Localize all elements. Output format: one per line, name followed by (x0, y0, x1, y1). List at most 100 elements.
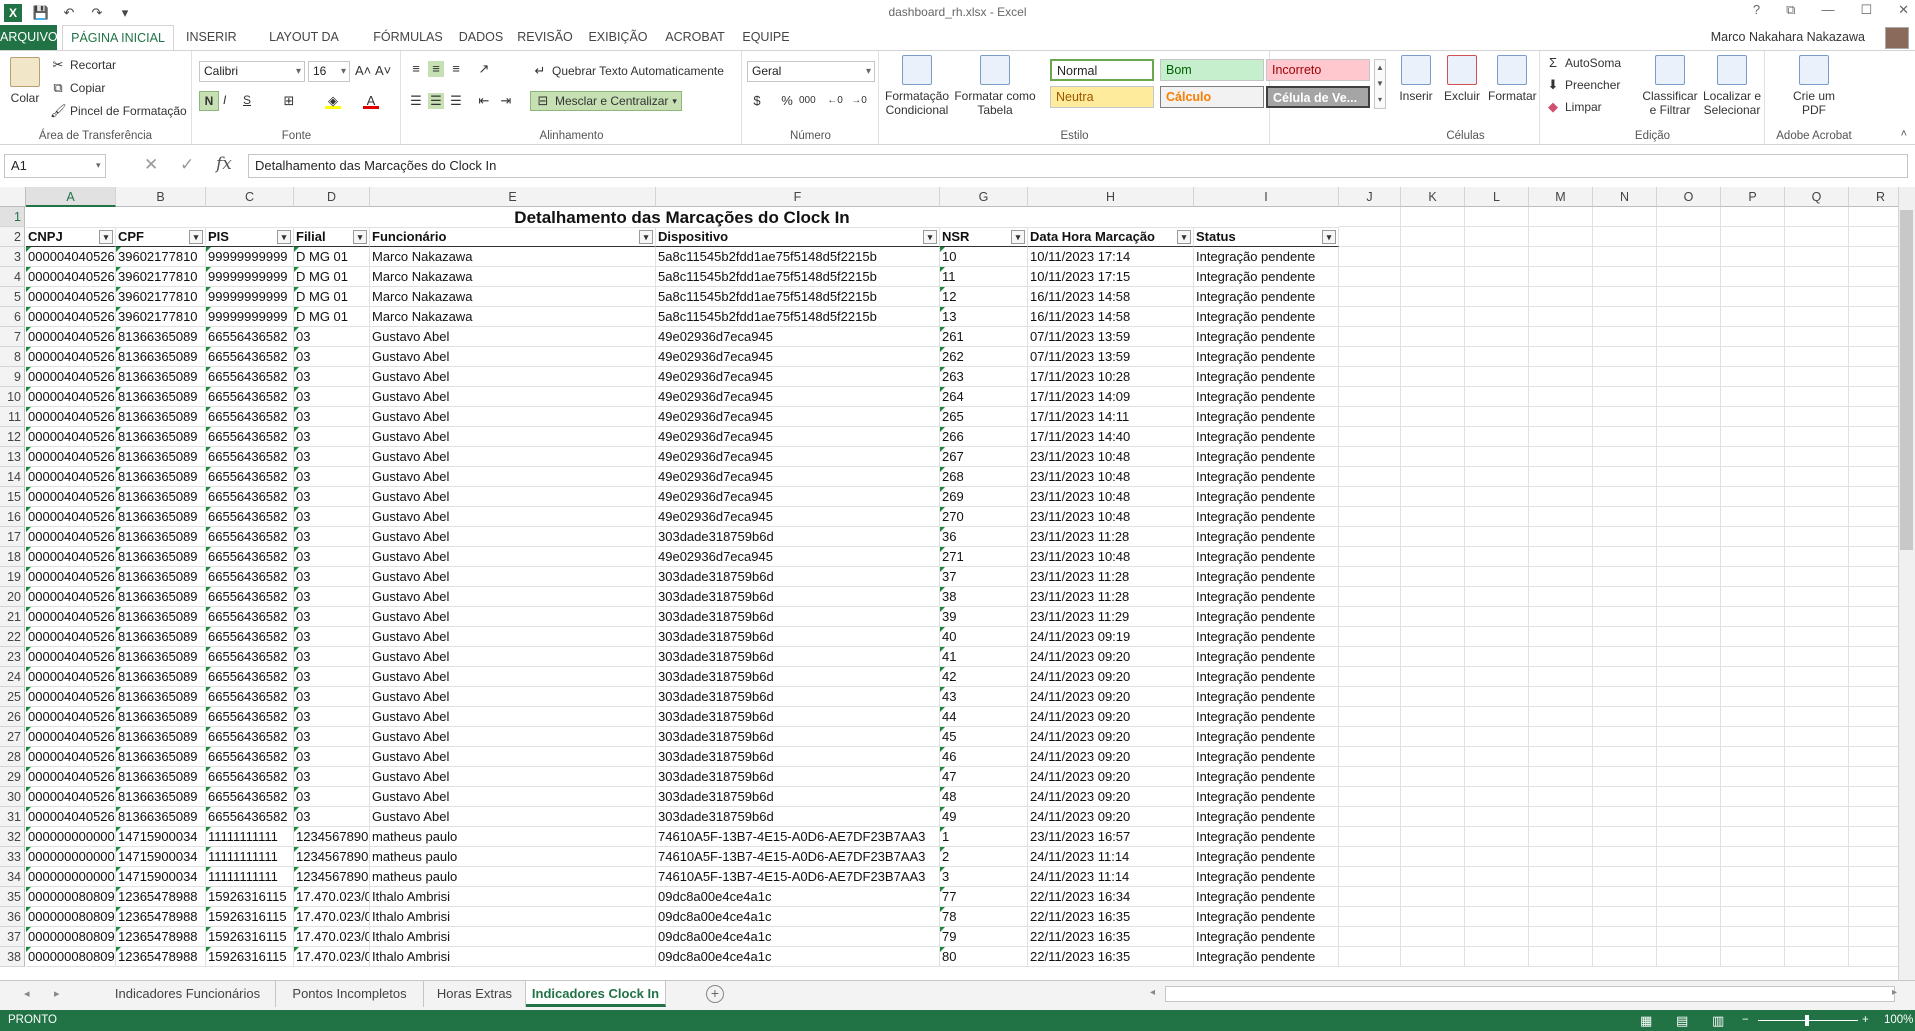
column-header-j[interactable]: J (1339, 187, 1401, 207)
style-calculation[interactable]: Cálculo (1160, 86, 1264, 108)
empty-cell[interactable] (1849, 687, 1898, 707)
empty-cell[interactable] (1529, 667, 1593, 687)
empty-cell[interactable] (1785, 927, 1849, 947)
zoom-slider-thumb[interactable] (1805, 1015, 1809, 1026)
table-cell[interactable]: 16/11/2023 14:58 (1028, 307, 1194, 327)
empty-cell[interactable] (1593, 567, 1657, 587)
table-cell[interactable]: 81366365089 (116, 747, 206, 767)
column-header-k[interactable]: K (1401, 187, 1465, 207)
empty-cell[interactable] (1401, 847, 1465, 867)
table-cell[interactable]: 22/11/2023 16:35 (1028, 947, 1194, 967)
style-check-cell[interactable]: Célula de Ve... (1266, 86, 1370, 108)
table-cell[interactable]: 79 (940, 927, 1028, 947)
empty-cell[interactable] (1785, 287, 1849, 307)
column-header-q[interactable]: Q (1785, 187, 1849, 207)
table-cell[interactable]: Gustavo Abel (370, 427, 656, 447)
empty-cell[interactable] (1339, 747, 1401, 767)
empty-cell[interactable] (1849, 327, 1898, 347)
empty-cell[interactable] (1657, 707, 1721, 727)
empty-cell[interactable] (1657, 307, 1721, 327)
empty-cell[interactable] (1785, 707, 1849, 727)
empty-cell[interactable] (1657, 887, 1721, 907)
empty-cell[interactable] (1529, 607, 1593, 627)
table-cell[interactable]: Integração pendente (1194, 727, 1339, 747)
empty-cell[interactable] (1657, 947, 1721, 967)
empty-cell[interactable] (1339, 407, 1401, 427)
empty-cell[interactable] (1721, 627, 1785, 647)
empty-cell[interactable] (1593, 367, 1657, 387)
row-header[interactable]: 21 (0, 607, 25, 627)
empty-cell[interactable] (1721, 507, 1785, 527)
table-cell[interactable]: 17.470.023/0 (294, 907, 370, 927)
row-header[interactable]: 2 (0, 227, 25, 247)
empty-cell[interactable] (1657, 387, 1721, 407)
empty-cell[interactable] (1339, 547, 1401, 567)
table-cell[interactable]: Gustavo Abel (370, 327, 656, 347)
table-cell[interactable]: 66556436582 (206, 447, 294, 467)
fill-color-button[interactable]: ◈ (325, 93, 341, 109)
table-cell[interactable]: 11 (940, 267, 1028, 287)
row-header[interactable]: 15 (0, 487, 25, 507)
empty-cell[interactable] (1465, 767, 1529, 787)
table-cell[interactable]: 66556436582 (206, 487, 294, 507)
empty-cell[interactable] (1465, 467, 1529, 487)
table-cell[interactable]: D MG 01 (294, 247, 370, 267)
empty-cell[interactable] (1465, 287, 1529, 307)
empty-cell[interactable] (1401, 907, 1465, 927)
table-cell[interactable]: Integração pendente (1194, 327, 1339, 347)
name-box-dropdown-icon[interactable]: ▾ (96, 160, 101, 171)
table-cell[interactable]: 265 (940, 407, 1028, 427)
empty-cell[interactable] (1529, 767, 1593, 787)
row-header[interactable]: 36 (0, 907, 25, 927)
empty-cell[interactable] (1529, 287, 1593, 307)
empty-cell[interactable] (1785, 267, 1849, 287)
empty-cell[interactable] (1465, 747, 1529, 767)
empty-cell[interactable] (1593, 907, 1657, 927)
empty-cell[interactable] (1465, 727, 1529, 747)
empty-cell[interactable] (1849, 787, 1898, 807)
empty-cell[interactable] (1849, 907, 1898, 927)
percent-button[interactable]: % (779, 93, 795, 109)
table-cell[interactable]: 264 (940, 387, 1028, 407)
empty-cell[interactable] (1339, 227, 1401, 247)
format-cells-button[interactable]: Formatar (1488, 55, 1537, 103)
table-cell[interactable]: 66556436582 (206, 787, 294, 807)
align-top-button[interactable]: ≡ (408, 61, 424, 77)
empty-cell[interactable] (1593, 887, 1657, 907)
table-cell[interactable]: 66556436582 (206, 467, 294, 487)
table-cell[interactable]: 303dade318759b6d (656, 707, 940, 727)
row-header[interactable]: 37 (0, 927, 25, 947)
font-size-select[interactable]: 16 (308, 61, 350, 82)
table-cell[interactable]: Gustavo Abel (370, 407, 656, 427)
table-cell[interactable]: 09dc8a00e4ce4a1c (656, 947, 940, 967)
table-cell[interactable]: 81366365089 (116, 447, 206, 467)
empty-cell[interactable] (1401, 507, 1465, 527)
row-header[interactable]: 1 (0, 207, 25, 227)
table-cell[interactable]: 42 (940, 667, 1028, 687)
empty-cell[interactable] (1401, 287, 1465, 307)
empty-cell[interactable] (1529, 467, 1593, 487)
table-cell[interactable]: matheus paulo (370, 867, 656, 887)
table-cell[interactable]: 49e02936d7eca945 (656, 367, 940, 387)
empty-cell[interactable] (1849, 287, 1898, 307)
table-cell[interactable]: 000004040526 (26, 447, 116, 467)
tab-formulas[interactable]: FÓRMULAS (372, 25, 444, 50)
empty-cell[interactable] (1401, 647, 1465, 667)
column-header-f[interactable]: F (656, 187, 940, 207)
table-cell[interactable]: 09dc8a00e4ce4a1c (656, 927, 940, 947)
table-cell[interactable]: Integração pendente (1194, 667, 1339, 687)
table-cell[interactable]: 303dade318759b6d (656, 587, 940, 607)
table-cell[interactable]: 03 (294, 747, 370, 767)
empty-cell[interactable] (1465, 607, 1529, 627)
empty-cell[interactable] (1849, 247, 1898, 267)
table-cell[interactable]: Integração pendente (1194, 407, 1339, 427)
sheet-title-cell[interactable]: Detalhamento das Marcações do Clock In (26, 207, 1338, 228)
empty-cell[interactable] (1657, 767, 1721, 787)
table-cell[interactable]: Gustavo Abel (370, 727, 656, 747)
table-cell[interactable]: Integração pendente (1194, 787, 1339, 807)
table-cell[interactable]: 303dade318759b6d (656, 807, 940, 827)
empty-cell[interactable] (1465, 807, 1529, 827)
empty-cell[interactable] (1529, 387, 1593, 407)
empty-cell[interactable] (1785, 607, 1849, 627)
empty-cell[interactable] (1401, 747, 1465, 767)
